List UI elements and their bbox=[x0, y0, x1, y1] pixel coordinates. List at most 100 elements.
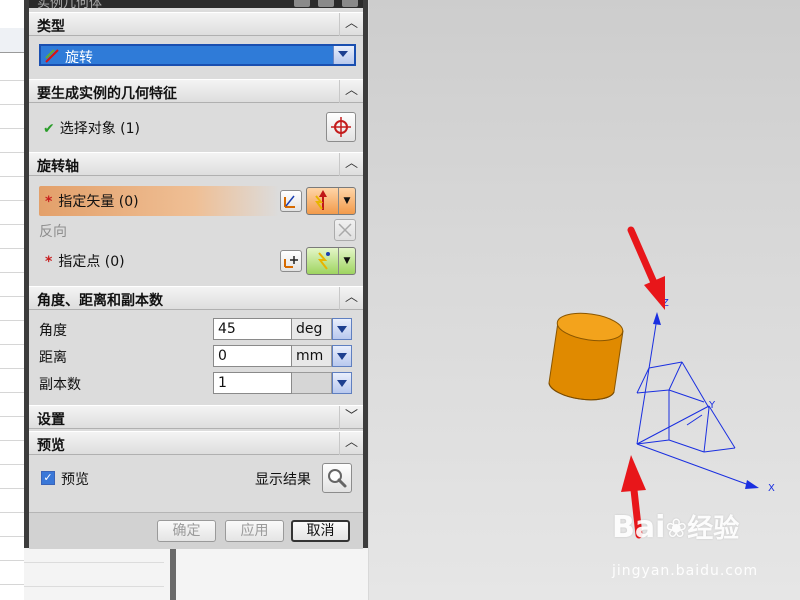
grid-line bbox=[0, 560, 24, 561]
collapse-chevron-icon[interactable]: ︿ bbox=[339, 13, 363, 36]
collapse-chevron-icon[interactable]: ︿ bbox=[339, 287, 363, 310]
angle-dropdown-button[interactable] bbox=[332, 318, 352, 340]
preview-checkbox-label: 预览 bbox=[61, 472, 89, 488]
specify-point-label: 指定点 (0) bbox=[58, 254, 125, 270]
coordinate-system bbox=[636, 312, 759, 489]
chevron-down-icon[interactable]: ▼ bbox=[338, 188, 355, 214]
collapse-chevron-icon[interactable]: ︿ bbox=[339, 80, 363, 103]
preview-checkbox[interactable]: ✓ bbox=[41, 471, 55, 485]
help-icon[interactable] bbox=[294, 0, 310, 7]
crosshair-icon bbox=[331, 117, 351, 137]
section-label-type: 类型 bbox=[37, 19, 65, 35]
arrow-down-icon bbox=[337, 353, 347, 360]
grid-line bbox=[0, 80, 24, 81]
watermark-brand-cn: 经验 bbox=[687, 514, 740, 544]
dialog-body: 类型 ︿ 旋转 要生成实例的几何特征 ︿ ✔ 选择对象 (1) 旋转轴 ︿ * … bbox=[29, 8, 363, 549]
watermark-url: jingyan.baidu.com bbox=[612, 563, 759, 579]
cylinder-model[interactable] bbox=[548, 310, 624, 401]
chevron-down-icon[interactable]: ▼ bbox=[338, 248, 355, 274]
type-dropdown-value: 旋转 bbox=[65, 50, 93, 66]
distance-dropdown-button[interactable] bbox=[332, 345, 352, 367]
reverse-direction-button[interactable] bbox=[334, 219, 356, 241]
copies-input[interactable]: 1 bbox=[213, 372, 292, 394]
point-constructor-icon bbox=[284, 256, 298, 268]
reverse-arrows-icon bbox=[338, 223, 352, 237]
arrow-down-icon bbox=[337, 380, 347, 387]
copies-unit bbox=[292, 372, 332, 394]
vector-constructor-icon bbox=[284, 195, 295, 208]
select-object-label: 选择对象 (1) bbox=[59, 121, 141, 137]
section-header-axis[interactable]: 旋转轴 ︿ bbox=[29, 152, 363, 176]
reverse-direction-label: 反向 bbox=[39, 224, 67, 240]
axis-label-y: Y bbox=[708, 400, 716, 411]
show-result-label: 显示结果 bbox=[255, 472, 311, 488]
section-header-type[interactable]: 类型 ︿ bbox=[29, 12, 363, 36]
section-header-angle[interactable]: 角度、距离和副本数 ︿ bbox=[29, 286, 363, 310]
copies-dropdown-button[interactable] bbox=[332, 372, 352, 394]
point-dialog-button[interactable] bbox=[280, 250, 302, 272]
grid-line bbox=[0, 248, 24, 249]
specify-vector-row[interactable]: * 指定矢量 (0) bbox=[45, 191, 139, 211]
type-dropdown[interactable]: 旋转 bbox=[39, 44, 356, 66]
angle-unit-label: deg bbox=[296, 321, 323, 337]
required-asterisk-icon: * bbox=[45, 194, 53, 210]
angle-input[interactable]: 45 bbox=[213, 318, 292, 340]
grid-line bbox=[0, 536, 24, 537]
checkmark-icon: ✔ bbox=[43, 121, 55, 137]
grid-line bbox=[0, 368, 24, 369]
select-object-button[interactable] bbox=[326, 112, 356, 142]
grid-line bbox=[0, 440, 24, 441]
grid-line bbox=[24, 562, 164, 563]
angle-value: 45 bbox=[218, 321, 236, 337]
reset-icon[interactable] bbox=[318, 0, 334, 7]
grid-line bbox=[0, 464, 24, 465]
grid-line bbox=[0, 296, 24, 297]
point-type-split-button[interactable]: ▼ bbox=[306, 247, 356, 275]
section-header-geometry[interactable]: 要生成实例的几何特征 ︿ bbox=[29, 79, 363, 103]
angle-label: 角度 bbox=[39, 323, 67, 339]
chevron-down-icon[interactable] bbox=[333, 46, 354, 64]
show-result-button[interactable] bbox=[322, 463, 352, 493]
cancel-button[interactable]: 取消 bbox=[291, 520, 350, 542]
distance-input[interactable]: 0 bbox=[213, 345, 292, 367]
grid-line bbox=[0, 512, 24, 513]
rotate-type-icon bbox=[45, 49, 59, 63]
section-label-axis: 旋转轴 bbox=[37, 159, 79, 175]
distance-label: 距离 bbox=[39, 350, 67, 366]
magnifier-icon bbox=[328, 469, 347, 488]
grid-line bbox=[0, 392, 24, 393]
ok-button[interactable]: 确定 bbox=[157, 520, 216, 542]
section-header-preview[interactable]: 预览 ︿ bbox=[29, 431, 363, 455]
expand-chevron-icon[interactable]: ﹀ bbox=[339, 406, 363, 429]
section-label-angle: 角度、距离和副本数 bbox=[37, 293, 163, 309]
section-label-geometry: 要生成实例的几何特征 bbox=[37, 86, 177, 102]
grid-line bbox=[0, 224, 24, 225]
vector-type-split-button[interactable]: ▼ bbox=[306, 187, 356, 215]
grid-line bbox=[0, 320, 24, 321]
splitter-bar bbox=[170, 548, 176, 600]
auto-vector-icon bbox=[315, 190, 327, 210]
spreadsheet-header-cell bbox=[0, 28, 24, 53]
grid-line bbox=[0, 104, 24, 105]
distance-unit: mm bbox=[292, 345, 332, 367]
arrow-down-icon bbox=[337, 326, 347, 333]
background-window-strip bbox=[24, 548, 368, 600]
annotation-arrow-top bbox=[627, 226, 665, 310]
specify-point-row[interactable]: * 指定点 (0) bbox=[45, 251, 125, 271]
dialog-titlebar: 实例几何体 bbox=[29, 0, 363, 11]
section-label-settings: 设置 bbox=[37, 412, 65, 428]
section-header-settings[interactable]: 设置 ﹀ bbox=[29, 405, 363, 429]
vector-dialog-button[interactable] bbox=[280, 190, 302, 212]
paw-icon: ❀ bbox=[665, 514, 688, 544]
select-object-row[interactable]: ✔ 选择对象 (1) bbox=[43, 118, 140, 138]
instance-geometry-dialog: 实例几何体 类型 ︿ 旋转 要生成实例的几何特征 ︿ ✔ 选择对象 (1) 旋转… bbox=[24, 0, 368, 549]
grid-line bbox=[0, 128, 24, 129]
watermark-brand: Bai bbox=[612, 510, 666, 545]
apply-button[interactable]: 应用 bbox=[225, 520, 284, 542]
copies-label: 副本数 bbox=[39, 377, 81, 393]
collapse-chevron-icon[interactable]: ︿ bbox=[339, 153, 363, 176]
grid-line bbox=[0, 584, 24, 585]
collapse-chevron-icon[interactable]: ︿ bbox=[339, 432, 363, 455]
grid-line bbox=[0, 176, 24, 177]
close-icon[interactable] bbox=[342, 0, 358, 7]
